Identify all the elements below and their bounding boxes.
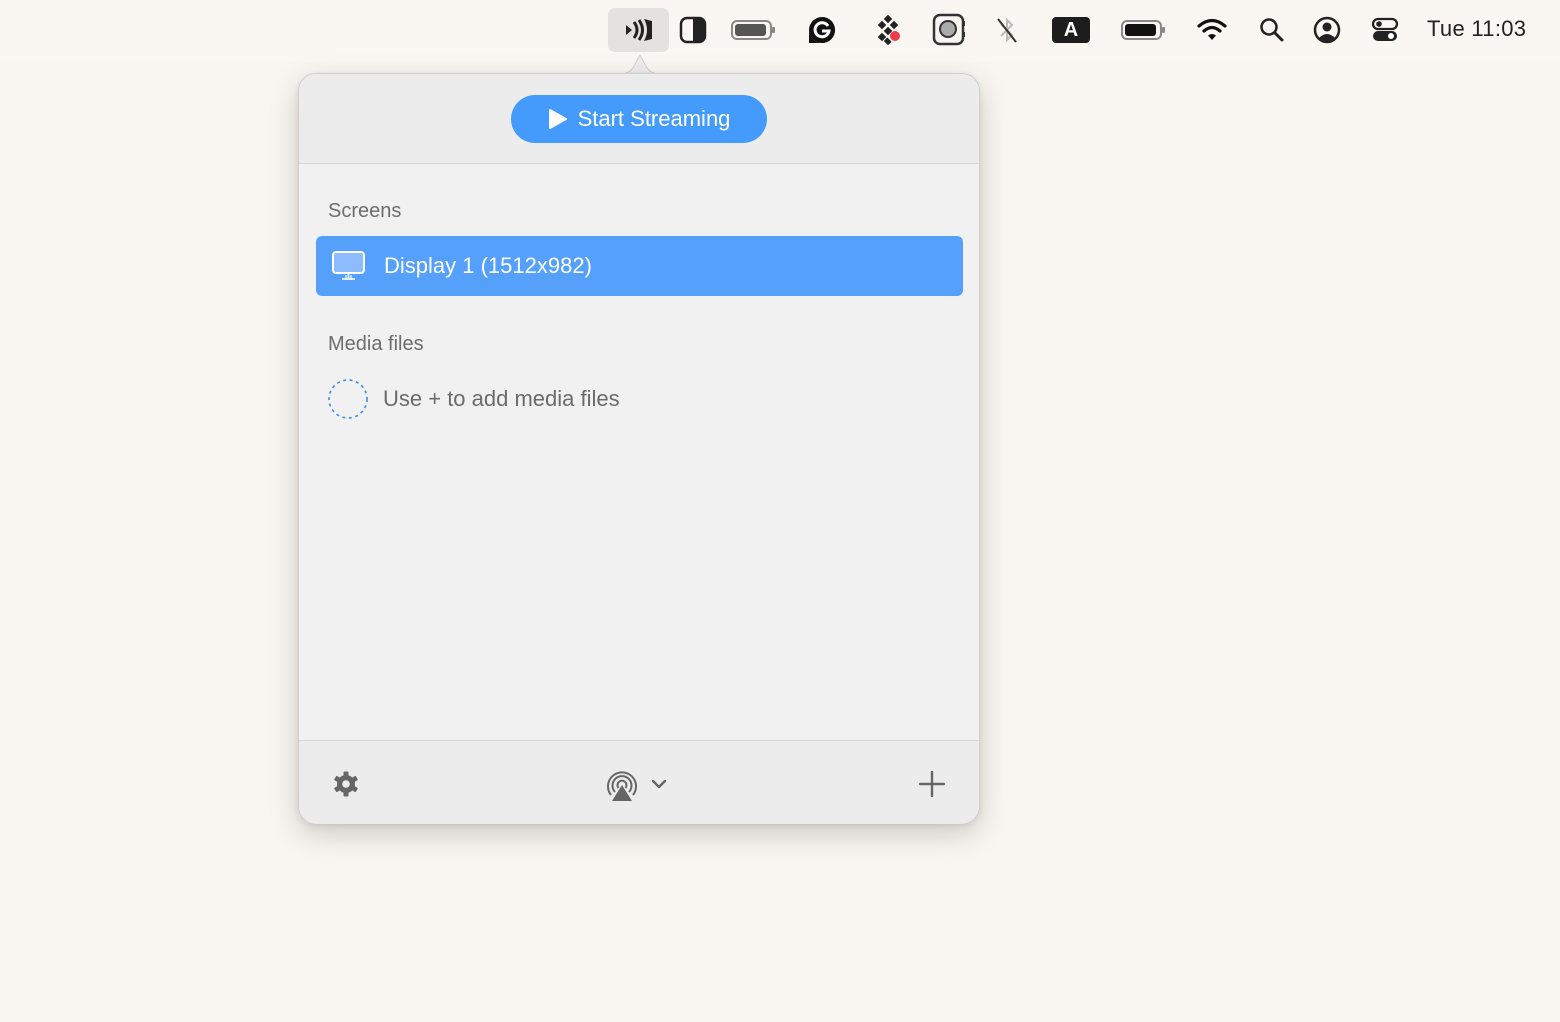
grammarly-menu-item[interactable] [806, 8, 838, 52]
camera-app-menu-item[interactable] [930, 8, 968, 52]
display-contrast-icon [679, 16, 707, 44]
settings-button[interactable] [329, 767, 363, 801]
menu-bar-clock[interactable]: Tue 11:03 [1427, 16, 1526, 42]
media-files-section-label: Media files [328, 333, 424, 355]
screen-list-item[interactable]: Display 1 (1512x982) [316, 236, 963, 296]
input-source-menu-item[interactable]: A [1051, 8, 1091, 52]
streaming-app-menu-item[interactable] [608, 8, 669, 52]
empty-placeholder-circle-icon [328, 379, 368, 419]
dots-app-menu-item[interactable] [872, 8, 904, 52]
play-icon [548, 109, 567, 129]
battery-icon [1121, 20, 1165, 40]
chevron-down-icon [651, 779, 667, 789]
spotlight-menu-item[interactable] [1258, 8, 1286, 52]
input-source-label: A [1063, 18, 1079, 41]
streaming-popover: Start Streaming Screens Display 1 (1512x… [298, 73, 980, 824]
screen-label: Display 1 (1512x982) [384, 253, 592, 278]
gear-icon [334, 771, 358, 797]
display-icon [331, 250, 367, 282]
popover-arrow [620, 53, 660, 74]
input-source-icon: A [1052, 17, 1090, 43]
plus-icon [918, 770, 946, 798]
wifi-icon [1197, 18, 1227, 40]
user-account-icon [1313, 16, 1341, 44]
grammarly-icon [809, 17, 835, 43]
streaming-app-icon [625, 19, 652, 41]
start-streaming-label: Start Streaming [577, 106, 731, 131]
bluetooth-off-icon [997, 17, 1017, 43]
bluetooth-menu-item[interactable] [992, 8, 1022, 52]
display-contrast-menu-item[interactable] [676, 8, 710, 52]
spotlight-search-icon [1260, 18, 1284, 42]
add-media-button[interactable] [915, 767, 949, 801]
battery-icon [731, 20, 775, 40]
popover-footer [299, 740, 979, 824]
menu-bar: A Tue 11:03 [0, 0, 1560, 62]
control-center-menu-item[interactable] [1370, 8, 1400, 52]
user-account-menu-item[interactable] [1312, 8, 1342, 52]
start-streaming-button[interactable]: Start Streaming [511, 95, 767, 143]
screens-section-label: Screens [328, 200, 402, 222]
camera-app-icon [932, 13, 965, 46]
airplay-device-selector[interactable] [597, 763, 673, 805]
airplay-icon [607, 771, 637, 801]
wifi-menu-item[interactable] [1196, 8, 1228, 52]
dots-app-icon [877, 15, 900, 45]
battery-menu-item-1[interactable] [730, 8, 778, 52]
battery-menu-item-2[interactable] [1120, 8, 1168, 52]
media-empty-text: Use + to add media files [383, 386, 620, 411]
control-center-icon [1371, 17, 1399, 41]
popover-header: Start Streaming [299, 74, 979, 164]
media-empty-state: Use + to add media files [327, 378, 620, 420]
